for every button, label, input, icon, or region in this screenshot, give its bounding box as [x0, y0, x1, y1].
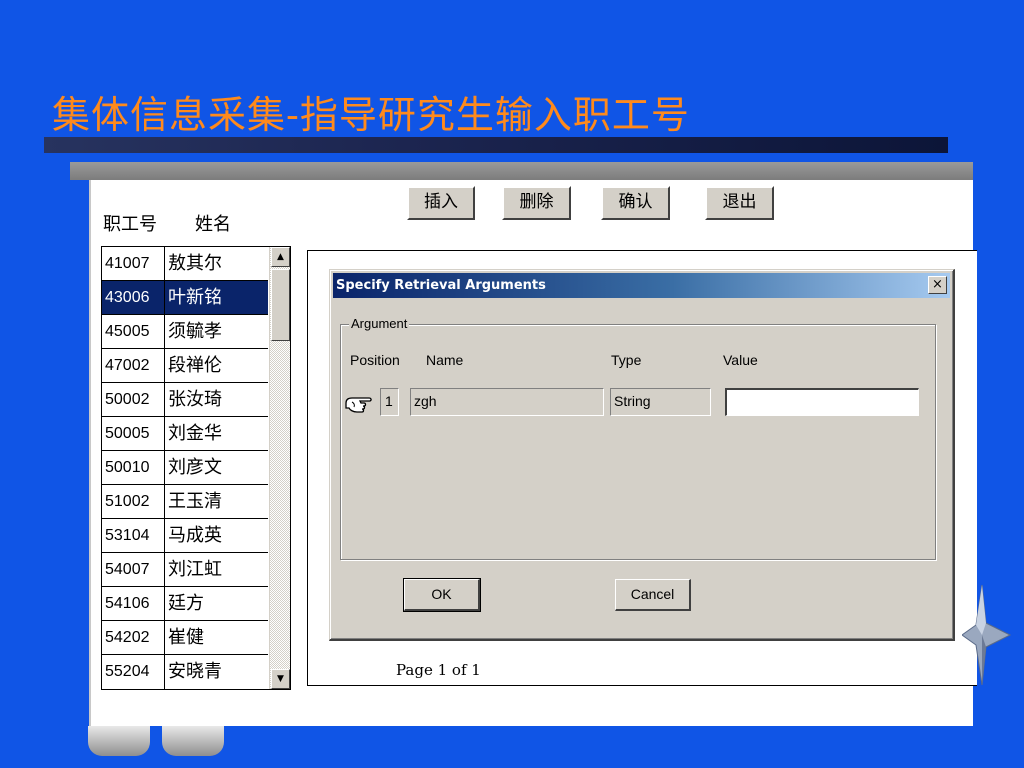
employee-name: 崔健: [168, 627, 204, 648]
header-position: Position: [350, 352, 400, 368]
window-top-strip: [70, 162, 973, 180]
list-row[interactable]: 43006 叶新铭: [102, 281, 268, 315]
header-name: Name: [426, 352, 464, 368]
confirm-button[interactable]: 确认: [601, 186, 670, 220]
list-row[interactable]: 55204 安晓青: [102, 655, 268, 689]
employee-name: 廷方: [168, 593, 204, 614]
slide-title: 集体信息采集-指导研究生输入职工号: [52, 93, 690, 137]
scroll-thumb[interactable]: [271, 269, 290, 341]
employee-name: 段禅伦: [168, 355, 222, 376]
app-window: 职工号 姓名 插入 删除 确认 退出 41007 敖其尔 43006 叶新铭 45005…: [89, 180, 977, 726]
employee-name: 马成英: [168, 525, 222, 546]
employee-id: 50010: [102, 451, 165, 484]
dialog-title: Specify Retrieval Arguments: [336, 278, 546, 293]
argument-value-input[interactable]: [725, 388, 919, 416]
pointing-hand-icon: [345, 397, 372, 413]
list-scrollbar[interactable]: ▲ ▼: [269, 247, 290, 689]
list-row[interactable]: 54106 廷方: [102, 587, 268, 621]
list-row[interactable]: 47002 段禅伦: [102, 349, 268, 383]
argument-group: Argument Position Name Type Value 1 zgh …: [340, 316, 936, 560]
title-underline-bar: [44, 137, 948, 153]
employee-id: 54202: [102, 621, 165, 654]
employee-id: 45005: [102, 315, 165, 348]
employee-name: 刘江虹: [168, 559, 222, 580]
list-row[interactable]: 45005 须毓孝: [102, 315, 268, 349]
list-row[interactable]: 54202 崔健: [102, 621, 268, 655]
list-row[interactable]: 51002 王玉清: [102, 485, 268, 519]
list-row[interactable]: 53104 马成英: [102, 519, 268, 553]
list-row[interactable]: 50002 张汝琦: [102, 383, 268, 417]
retrieval-arguments-dialog: Specify Retrieval Arguments × Argument P…: [329, 269, 955, 641]
header-type: Type: [611, 352, 642, 368]
previous-slide-button[interactable]: [88, 726, 150, 756]
exit-button[interactable]: 退出: [705, 186, 774, 220]
argument-type: String: [610, 388, 711, 416]
column-header-name: 姓名: [195, 214, 231, 235]
employee-id: 55204: [102, 655, 165, 689]
employee-id: 54007: [102, 553, 165, 586]
employee-id: 51002: [102, 485, 165, 518]
star-decoration-icon: [962, 585, 1012, 685]
page-indicator: Page 1 of 1: [396, 661, 481, 679]
argument-name: zgh: [410, 388, 604, 416]
header-value: Value: [723, 352, 758, 368]
employee-name: 刘彦文: [168, 457, 222, 478]
employee-name: 敖其尔: [168, 253, 222, 274]
employee-id: 41007: [102, 247, 165, 280]
next-slide-button[interactable]: [162, 726, 224, 756]
insert-button[interactable]: 插入: [407, 186, 475, 220]
column-header-id: 职工号: [103, 214, 157, 235]
employee-name: 安晓青: [168, 661, 222, 682]
employee-name: 张汝琦: [168, 389, 222, 410]
cancel-button[interactable]: Cancel: [615, 579, 691, 611]
close-icon[interactable]: ×: [928, 276, 947, 294]
argument-group-label: Argument: [349, 316, 410, 331]
employee-name: 王玉清: [168, 491, 222, 512]
list-row[interactable]: 50010 刘彦文: [102, 451, 268, 485]
employee-id: 43006: [102, 281, 165, 314]
employee-name: 叶新铭: [168, 287, 222, 308]
employee-id: 47002: [102, 349, 165, 382]
argument-position: 1: [380, 388, 399, 416]
employee-id: 54106: [102, 587, 165, 620]
list-row[interactable]: 54007 刘江虹: [102, 553, 268, 587]
list-row[interactable]: 50005 刘金华: [102, 417, 268, 451]
employee-id: 50002: [102, 383, 165, 416]
ok-button[interactable]: OK: [403, 578, 481, 612]
dialog-title-bar: Specify Retrieval Arguments ×: [333, 273, 950, 298]
employee-list[interactable]: 41007 敖其尔 43006 叶新铭 45005 须毓孝 47002 段禅伦 50002 张汝琦…: [101, 246, 291, 690]
employee-id: 50005: [102, 417, 165, 450]
employee-id: 53104: [102, 519, 165, 552]
scroll-up-arrow-icon[interactable]: ▲: [271, 247, 290, 267]
scroll-down-arrow-icon[interactable]: ▼: [271, 669, 290, 689]
employee-name: 须毓孝: [168, 321, 222, 342]
delete-button[interactable]: 删除: [502, 186, 571, 220]
list-row[interactable]: 41007 敖其尔: [102, 247, 268, 281]
employee-name: 刘金华: [168, 423, 222, 444]
